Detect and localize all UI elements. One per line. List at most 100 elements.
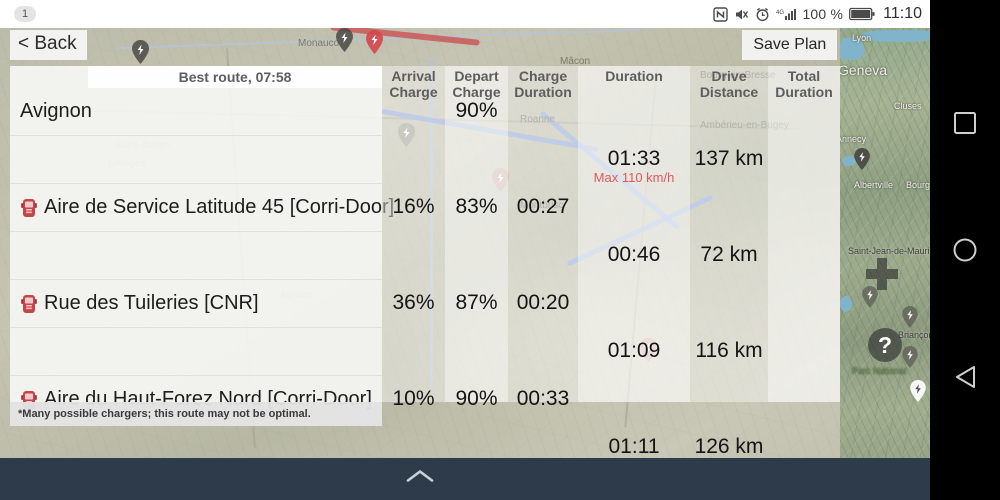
map-charger-pin[interactable] — [902, 346, 918, 368]
table-cell: 16% — [382, 195, 445, 219]
cell-value: 83% — [455, 195, 498, 218]
cell-value: 137 km — [694, 147, 764, 170]
route-leg-row — [10, 232, 382, 280]
table-cell: 116 km — [690, 339, 768, 363]
column-duration: Duration 01:33 Max 110 km/h 00:46 01:09 01:11… — [578, 66, 690, 458]
alarm-icon — [755, 7, 770, 22]
route-plan-panel: Best route, 07:58 Avignon Aire de Service… — [0, 66, 840, 500]
route-leg-row — [10, 136, 382, 184]
column-charge-duration: Charge Duration00:2700:2000:3300:34 — [508, 66, 578, 500]
cell-value: 00:27 — [516, 195, 570, 218]
map-label: Saint-Jean-de-Maurienne — [848, 246, 930, 256]
route-stop-row[interactable]: Aire de Service Latitude 45 [Corri-Door] — [10, 184, 394, 232]
map-label: Briançon — [898, 330, 930, 340]
map-label: Bourg-St-Maurice — [906, 180, 930, 190]
svg-text:4G: 4G — [776, 10, 784, 16]
back-button[interactable]: < Back — [10, 30, 87, 60]
battery-percent-label: 100 % — [802, 6, 844, 22]
charging-station-icon — [20, 294, 38, 314]
table-cell: 90% — [445, 387, 508, 411]
route-stop-row[interactable]: Avignon — [10, 88, 382, 136]
column-drive-distance: Drive Distance137 km72 km116 km126 km142… — [690, 66, 768, 458]
table-cell: 90% — [445, 99, 508, 123]
cell-value: 72 km — [700, 243, 758, 266]
home-button[interactable] — [950, 235, 980, 265]
column-header: Duration — [605, 68, 663, 84]
column-header: Charge Duration — [514, 68, 572, 100]
cell-value: 126 km — [694, 435, 764, 458]
cell-value: 36% — [392, 291, 435, 314]
route-stop-row[interactable]: Rue des Tuileries [CNR] — [10, 280, 382, 328]
add-waypoint-button[interactable] — [866, 258, 898, 290]
column-depart-charge: Depart Charge90%83%87%90%91% — [445, 66, 508, 500]
recents-button[interactable] — [950, 108, 980, 138]
cell-value: 00:20 — [516, 291, 570, 314]
map-label: Monauco — [298, 38, 340, 49]
route-stop-list[interactable]: Avignon Aire de Service Latitude 45 [Corr… — [10, 88, 394, 500]
map-side-panel[interactable]: Lyon Geneva Cluses Annecy Albertville Bo… — [840, 28, 930, 458]
column-total-duration: Total Duration — [768, 66, 840, 402]
back-nav-button[interactable] — [950, 362, 980, 392]
route-leg-row — [10, 328, 382, 376]
route-stop-name: Aire de Service Latitude 45 [Corri-Door] — [44, 196, 395, 218]
map-charger-pin[interactable] — [132, 40, 149, 64]
bottom-sheet-bar[interactable] — [0, 458, 840, 500]
cell-value: 87% — [455, 291, 498, 314]
table-cell: 01:09 — [578, 339, 690, 363]
route-stop-name: Rue des Tuileries [CNR] — [44, 292, 259, 314]
map-charger-pin-active[interactable] — [366, 30, 383, 54]
mute-icon — [734, 7, 749, 22]
android-navigation-bar — [930, 0, 1000, 500]
charging-station-icon — [20, 198, 38, 218]
table-cell: 83% — [445, 195, 508, 219]
table-cell: 10% — [382, 387, 445, 411]
table-cell: 137 km — [690, 147, 768, 171]
map-lake — [840, 296, 852, 312]
column-header: Arrival Charge — [389, 68, 438, 100]
cell-value: 01:11 — [608, 435, 660, 458]
map-label: Geneva — [840, 62, 888, 78]
best-route-header: Best route, 07:58 — [88, 66, 382, 88]
table-cell: 01:33 Max 110 km/h — [578, 147, 690, 185]
notification-count-badge: 1 — [14, 6, 36, 22]
table-cell: 126 km — [690, 435, 768, 459]
map-label: Annecy — [840, 134, 867, 144]
map-charger-pin[interactable] — [910, 380, 926, 402]
map-charger-pin[interactable] — [902, 306, 918, 328]
map-label: Lyon — [852, 33, 872, 43]
table-cell: 72 km — [690, 243, 768, 267]
cell-value: 01:09 — [607, 339, 661, 362]
footnote-text: *Many possible chargers; this route may … — [18, 408, 311, 420]
cell-value: 00:33 — [516, 387, 570, 410]
table-cell: 00:27 — [508, 195, 578, 219]
status-bar-left: 1 — [6, 6, 36, 22]
table-cell: 87% — [445, 291, 508, 315]
cell-value: 16% — [392, 195, 435, 218]
save-plan-button[interactable]: Save Plan — [742, 30, 838, 60]
status-bar-right: 4G 100 % 11:10 — [713, 5, 922, 23]
table-cell: 00:20 — [508, 291, 578, 315]
cell-value: 00:46 — [607, 243, 661, 266]
cell-value: 01:33 — [607, 147, 661, 170]
column-header: Total Duration — [775, 68, 833, 100]
route-footnote: *Many possible chargers; this route may … — [10, 402, 382, 426]
cell-value: 90% — [455, 99, 498, 122]
nfc-icon — [713, 6, 729, 22]
route-stop-name: Avignon — [20, 100, 92, 122]
map-charger-pin[interactable] — [854, 148, 870, 170]
phone-screen: Monauco Limoges Roanne Mâcon Saint-Junie… — [0, 0, 1000, 500]
speed-limit-note: Max 110 km/h — [593, 170, 675, 185]
chevron-up-icon[interactable] — [406, 469, 434, 490]
table-cell: 36% — [382, 291, 445, 315]
map-charger-pin[interactable] — [336, 28, 353, 52]
map-lake — [862, 30, 930, 42]
bottom-bar-right-strip — [840, 458, 930, 500]
best-route-label: Best route, 07:58 — [178, 69, 292, 85]
help-button[interactable]: ? — [868, 328, 902, 362]
map-label: Cluses — [894, 101, 922, 111]
signal-4g-icon: 4G — [776, 7, 797, 22]
column-header: Drive Distance — [699, 68, 759, 100]
table-cell: 01:11 — [578, 435, 690, 459]
column-header: Depart Charge — [452, 68, 501, 100]
cell-value: 10% — [392, 387, 435, 410]
